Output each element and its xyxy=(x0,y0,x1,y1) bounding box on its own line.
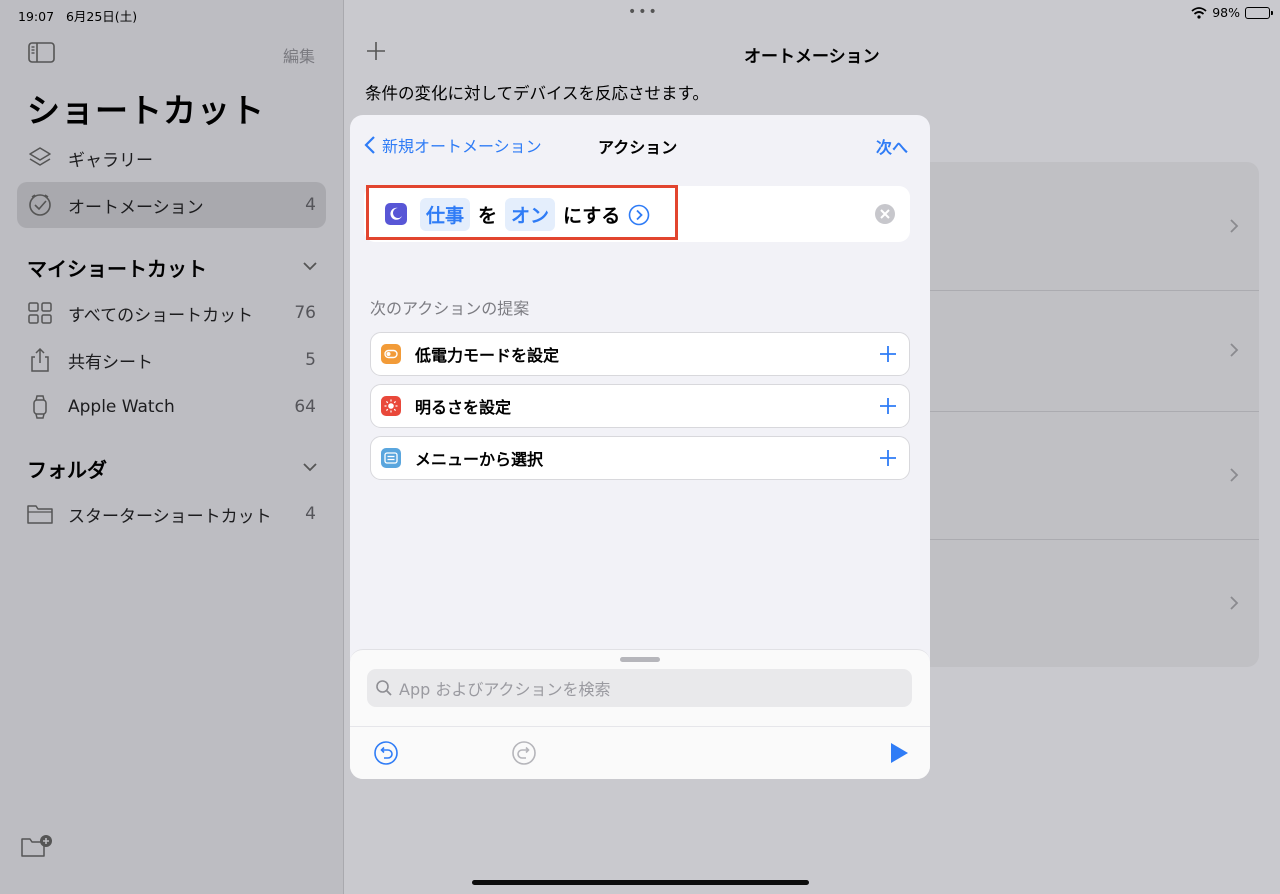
sidebar: 19:07 6月25日(土) 編集 ショートカット ギャラリー オートメーション… xyxy=(0,0,344,894)
sidebar-item-count: 76 xyxy=(294,303,316,323)
sidebar-item-all-shortcuts[interactable]: すべてのショートカット 76 xyxy=(17,290,326,336)
automation-list xyxy=(910,162,1259,667)
watch-icon xyxy=(26,393,54,421)
battery-icon xyxy=(1245,6,1273,19)
chevron-left-icon xyxy=(364,136,375,154)
divider xyxy=(910,411,1259,412)
add-icon[interactable] xyxy=(879,397,897,415)
page-description: 条件の変化に対してデバイスを反応させます。 xyxy=(365,84,709,103)
undo-icon[interactable] xyxy=(373,740,399,766)
sidebar-item-label: すべてのショートカット xyxy=(68,305,254,326)
edit-button[interactable]: 編集 xyxy=(283,43,315,67)
add-icon[interactable] xyxy=(879,345,897,363)
add-automation-icon[interactable] xyxy=(365,40,387,62)
page-title: オートメーション xyxy=(744,47,880,67)
divider xyxy=(350,726,930,727)
sidebar-item-count: 64 xyxy=(294,397,316,417)
sidebar-item-count: 5 xyxy=(305,350,316,370)
status-right: 98% xyxy=(1191,5,1273,20)
highlight-annotation xyxy=(366,185,678,240)
search-placeholder: App およびアクションを検索 xyxy=(399,680,611,699)
sidebar-item-label: オートメーション xyxy=(68,197,204,218)
action-search-input[interactable]: App およびアクションを検索 xyxy=(367,669,912,707)
sidebar-item-count: 4 xyxy=(305,195,316,215)
battery-toggle-icon xyxy=(381,344,401,364)
redo-icon[interactable] xyxy=(511,740,537,766)
divider xyxy=(910,290,1259,291)
sidebar-item-starter-shortcuts[interactable]: スターターショートカット 4 xyxy=(17,491,326,537)
divider xyxy=(910,539,1259,540)
search-icon xyxy=(376,680,392,696)
chevron-right-icon[interactable] xyxy=(1229,218,1239,234)
status-time: 19:07 6月25日(土) xyxy=(18,9,138,24)
chevron-right-icon[interactable] xyxy=(1229,342,1239,358)
chevron-right-icon[interactable] xyxy=(1229,467,1239,483)
sidebar-item-label: 共有シート xyxy=(68,352,153,373)
action-search-panel: App およびアクションを検索 xyxy=(350,649,930,779)
suggestion-choose-from-menu[interactable]: メニューから選択 xyxy=(370,436,910,480)
add-icon[interactable] xyxy=(879,449,897,467)
sidebar-item-count: 4 xyxy=(305,504,316,524)
clock-check-icon xyxy=(26,191,54,219)
home-indicator[interactable] xyxy=(472,880,809,885)
sidebar-item-apple-watch[interactable]: Apple Watch 64 xyxy=(17,384,326,430)
grid-icon xyxy=(26,299,54,327)
share-icon xyxy=(26,346,54,374)
sidebar-item-label: スターターショートカット xyxy=(68,506,272,527)
play-icon[interactable] xyxy=(886,740,912,766)
section-folders: フォルダ xyxy=(27,458,107,482)
layers-icon xyxy=(26,144,54,172)
sidebar-item-gallery[interactable]: ギャラリー xyxy=(17,135,326,181)
chevron-down-icon[interactable] xyxy=(302,462,318,472)
folder-icon xyxy=(26,500,54,528)
sheet-title: アクション xyxy=(598,138,678,157)
menu-icon xyxy=(381,448,401,468)
sidebar-item-label: ギャラリー xyxy=(68,150,153,171)
suggestion-brightness[interactable]: 明るさを設定 xyxy=(370,384,910,428)
battery-percent: 98% xyxy=(1212,5,1240,20)
chevron-down-icon[interactable] xyxy=(302,261,318,271)
sidebar-item-label: Apple Watch xyxy=(68,397,175,417)
sidebar-item-automation[interactable]: オートメーション 4 xyxy=(17,182,326,228)
sheet-grabber[interactable] xyxy=(620,657,660,662)
clear-icon[interactable] xyxy=(874,203,896,225)
sidebar-title: ショートカット xyxy=(27,91,265,130)
suggestion-low-power-mode[interactable]: 低電力モードを設定 xyxy=(370,332,910,376)
sidebar-item-share-sheet[interactable]: 共有シート 5 xyxy=(17,337,326,383)
multitask-dots[interactable]: ••• xyxy=(628,4,659,20)
suggestions-title: 次のアクションの提案 xyxy=(370,299,530,318)
new-automation-sheet: 新規オートメーション アクション 次へ 仕事 を オン にする 次のアクションの… xyxy=(350,115,930,779)
wifi-icon xyxy=(1191,6,1207,19)
section-my-shortcuts: マイショートカット xyxy=(27,257,207,281)
sidebar-toggle-icon[interactable] xyxy=(28,42,55,63)
chevron-right-icon[interactable] xyxy=(1229,595,1239,611)
next-button[interactable]: 次へ xyxy=(876,134,908,158)
back-button[interactable]: 新規オートメーション xyxy=(364,133,542,157)
new-folder-icon[interactable] xyxy=(20,833,54,859)
sun-icon xyxy=(381,396,401,416)
